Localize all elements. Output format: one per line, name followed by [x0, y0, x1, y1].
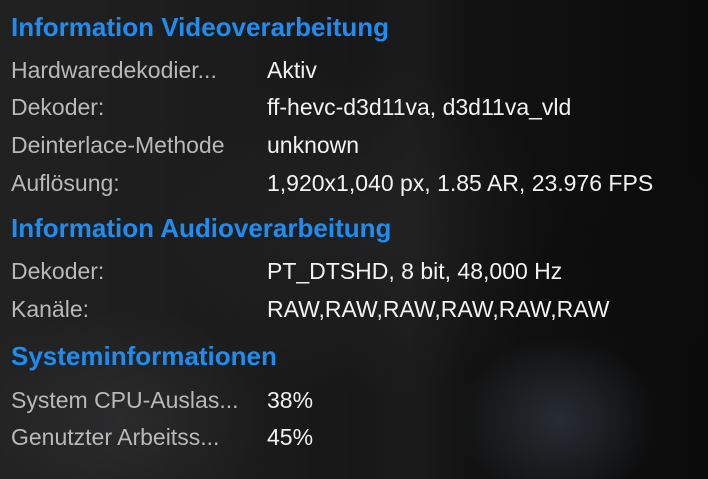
audio-info-heading: Information Audioverarbeitung	[11, 213, 392, 243]
video-resolution-value: 1,920x1,040 px, 1.85 AR, 23.976 FPS	[267, 170, 654, 196]
system-memory-value: 45%	[267, 424, 314, 450]
system-cpu-value: 38%	[267, 387, 314, 413]
audio-channels-value: RAW,RAW,RAW,RAW,RAW,RAW	[267, 296, 610, 322]
audio-decoder-label: Dekoder:	[11, 258, 105, 284]
audio-decoder-value: PT_DTSHD, 8 bit, 48,000 Hz	[267, 258, 563, 284]
video-decoder-value: ff-hevc-d3d11va, d3d11va_vld	[267, 94, 572, 120]
system-info-heading: Systeminformationen	[11, 341, 277, 371]
video-decoder-label: Dekoder:	[11, 94, 105, 120]
video-hw-decoding-label: Hardwaredekodier...	[11, 57, 217, 83]
system-cpu-label: System CPU-Auslas...	[11, 387, 239, 413]
video-info-heading: Information Videoverarbeitung	[11, 12, 390, 42]
video-hw-decoding-value: Aktiv	[267, 57, 317, 83]
video-resolution-label: Auflösung:	[11, 170, 120, 196]
player-info-panel: Information Videoverarbeitung Hardwarede…	[0, 0, 708, 479]
video-deinterlace-value: unknown	[267, 132, 360, 158]
video-deinterlace-label: Deinterlace-Methode	[11, 132, 225, 158]
system-memory-label: Genutzter Arbeitss...	[11, 424, 220, 450]
audio-channels-label: Kanäle:	[11, 296, 90, 322]
